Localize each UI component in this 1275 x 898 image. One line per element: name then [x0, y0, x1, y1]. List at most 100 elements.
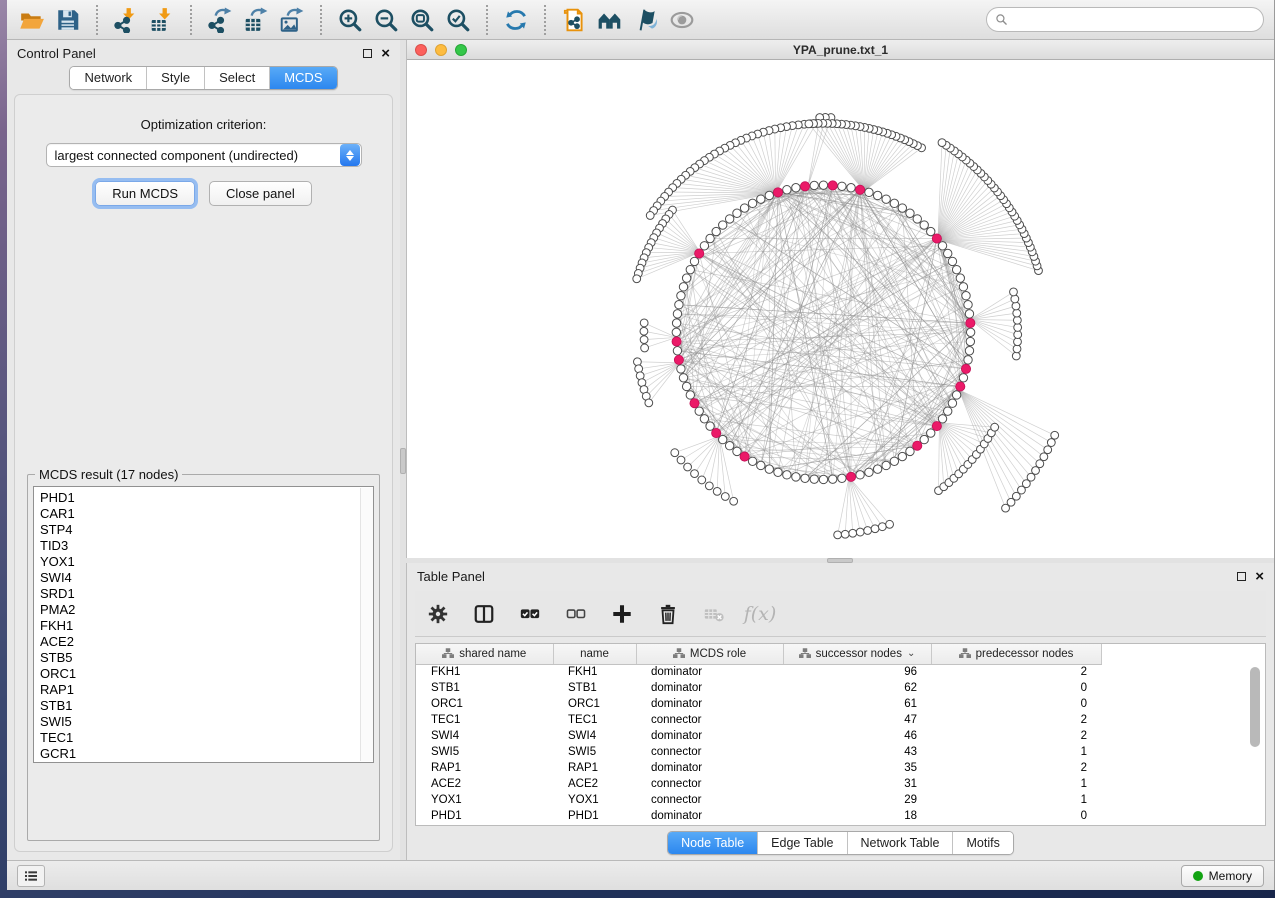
network-node[interactable]	[801, 474, 809, 482]
network-node[interactable]	[733, 209, 741, 217]
network-node[interactable]	[748, 199, 756, 207]
network-node[interactable]	[944, 249, 952, 257]
splitter-grip[interactable]	[827, 558, 853, 563]
network-node[interactable]	[956, 274, 964, 282]
network-node[interactable]	[682, 382, 690, 390]
network-node[interactable]	[679, 283, 687, 291]
network-node[interactable]	[927, 227, 935, 235]
network-leaf-node[interactable]	[991, 423, 999, 431]
tab-select[interactable]: Select	[205, 67, 270, 89]
network-node[interactable]	[673, 347, 681, 355]
mcds-result-item[interactable]: STP4	[40, 522, 373, 538]
network-node[interactable]	[948, 399, 956, 407]
save-session-button[interactable]	[53, 5, 83, 35]
network-node[interactable]	[712, 227, 720, 235]
run-mcds-button[interactable]: Run MCDS	[95, 181, 195, 206]
network-leaf-node[interactable]	[691, 470, 699, 478]
network-node[interactable]	[733, 447, 741, 455]
network-node[interactable]	[962, 292, 970, 300]
network-node[interactable]	[920, 221, 928, 229]
network-node[interactable]	[965, 347, 973, 355]
network-leaf-node[interactable]	[1044, 446, 1052, 454]
network-node[interactable]	[959, 374, 967, 382]
tab-mcds[interactable]: MCDS	[270, 67, 336, 89]
network-node[interactable]	[959, 283, 967, 291]
mcds-hub-node[interactable]	[695, 249, 704, 258]
mcds-hub-node[interactable]	[773, 188, 782, 197]
network-overview-button[interactable]	[595, 5, 625, 35]
table-row[interactable]: SWI4SWI4dominator462	[416, 728, 1101, 744]
network-node[interactable]	[765, 191, 773, 199]
network-node[interactable]	[677, 292, 685, 300]
network-node[interactable]	[672, 319, 680, 327]
network-node[interactable]	[748, 457, 756, 465]
network-leaf-node[interactable]	[886, 520, 894, 528]
network-node[interactable]	[686, 391, 694, 399]
table-row[interactable]: FKH1FKH1dominator962	[416, 664, 1101, 680]
network-leaf-node[interactable]	[1014, 331, 1022, 339]
delete-table-button[interactable]	[701, 601, 727, 627]
mcds-hub-node[interactable]	[846, 472, 855, 481]
optimization-criterion-select[interactable]: largest connected component (undirected)	[46, 143, 362, 167]
mcds-result-item[interactable]: SWI5	[40, 714, 373, 730]
network-leaf-node[interactable]	[1047, 439, 1055, 447]
network-leaf-node[interactable]	[834, 531, 842, 539]
mcds-result-item[interactable]: ORC1	[40, 666, 373, 682]
network-node[interactable]	[757, 461, 765, 469]
network-node[interactable]	[679, 374, 687, 382]
network-node[interactable]	[856, 471, 864, 479]
mcds-result-item[interactable]: SRD1	[40, 586, 373, 602]
network-node[interactable]	[810, 181, 818, 189]
mcds-hub-node[interactable]	[690, 399, 699, 408]
tab-node-table[interactable]: Node Table	[668, 832, 758, 854]
mcds-hub-node[interactable]	[800, 182, 809, 191]
network-leaf-node[interactable]	[864, 527, 872, 535]
column-header-shared-name[interactable]: shared name	[416, 644, 553, 664]
network-leaf-node[interactable]	[878, 523, 886, 531]
mcds-hub-node[interactable]	[956, 382, 965, 391]
network-node[interactable]	[673, 310, 681, 318]
horizontal-splitter[interactable]	[406, 558, 1274, 563]
network-leaf-node[interactable]	[805, 120, 813, 128]
mcds-result-item[interactable]: STB5	[40, 650, 373, 666]
network-node[interactable]	[686, 265, 694, 273]
table-scrollbar[interactable]	[1249, 665, 1261, 821]
float-panel-icon[interactable]	[363, 49, 372, 58]
table-row[interactable]: PHD1PHD1dominator180	[416, 808, 1101, 824]
network-leaf-node[interactable]	[698, 476, 706, 484]
mcds-list-scrollbar[interactable]	[360, 488, 373, 761]
network-node[interactable]	[700, 242, 708, 250]
table-row[interactable]: SWI5SWI5connector431	[416, 744, 1101, 760]
network-node[interactable]	[783, 186, 791, 194]
network-leaf-node[interactable]	[641, 344, 649, 352]
network-node[interactable]	[938, 242, 946, 250]
table-row[interactable]: ACE2ACE2connector311	[416, 776, 1101, 792]
network-node[interactable]	[913, 215, 921, 223]
share-document-button[interactable]	[559, 5, 589, 35]
network-leaf-node[interactable]	[677, 456, 685, 464]
network-leaf-node[interactable]	[938, 139, 946, 147]
table-row[interactable]: STB1STB1dominator620	[416, 680, 1101, 696]
table-row[interactable]: RAP1RAP1dominator352	[416, 760, 1101, 776]
export-table-button[interactable]	[241, 5, 271, 35]
mcds-result-item[interactable]: GCR1	[40, 746, 373, 762]
network-node[interactable]	[898, 204, 906, 212]
network-node[interactable]	[927, 429, 935, 437]
network-node[interactable]	[964, 356, 972, 364]
network-node[interactable]	[966, 337, 974, 345]
show-columns-button[interactable]	[471, 601, 497, 627]
mcds-hub-node[interactable]	[913, 441, 922, 450]
network-node[interactable]	[847, 184, 855, 192]
network-node[interactable]	[757, 195, 765, 203]
network-node[interactable]	[938, 415, 946, 423]
mcds-result-item[interactable]: RAP1	[40, 682, 373, 698]
tab-motifs[interactable]: Motifs	[953, 832, 1012, 854]
network-node[interactable]	[765, 465, 773, 473]
mcds-result-item[interactable]: CAR1	[40, 506, 373, 522]
scrollbar-thumb[interactable]	[1250, 667, 1260, 747]
network-node[interactable]	[690, 257, 698, 265]
network-node[interactable]	[719, 435, 727, 443]
network-node[interactable]	[890, 199, 898, 207]
network-node[interactable]	[819, 181, 827, 189]
mcds-result-item[interactable]: SWI4	[40, 570, 373, 586]
